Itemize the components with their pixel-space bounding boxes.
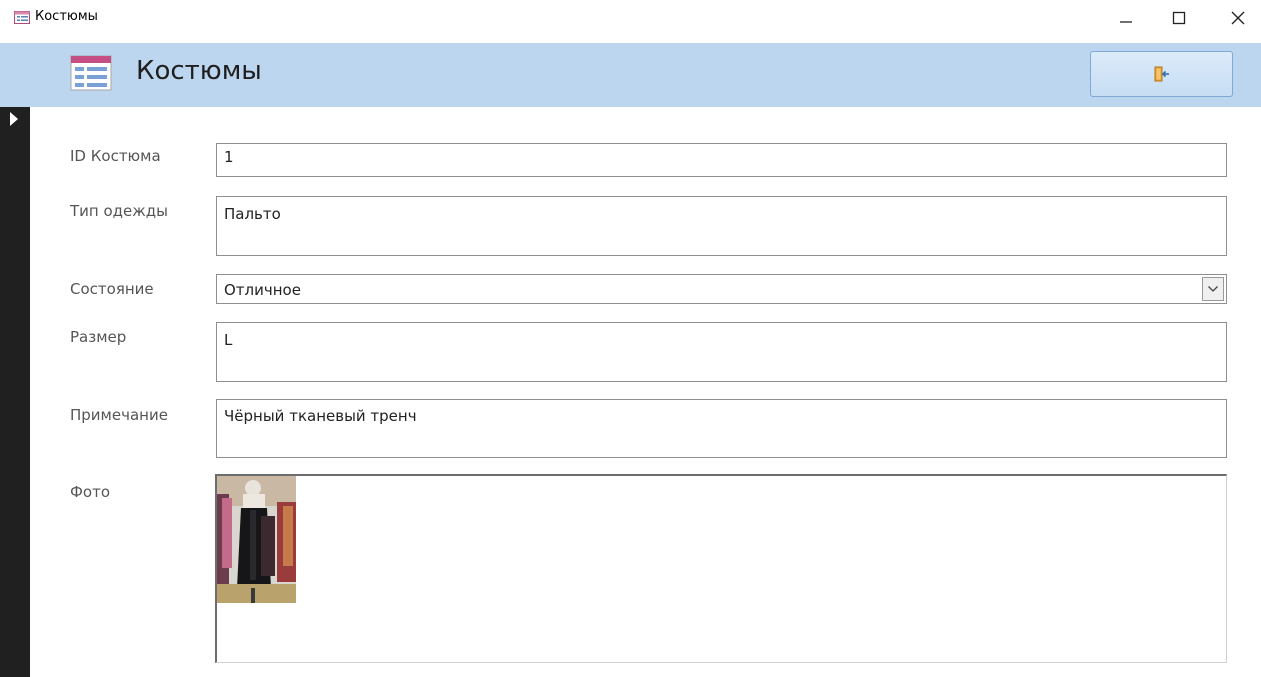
type-field[interactable]: Пальто bbox=[216, 196, 1227, 256]
note-value: Чёрный тканевый тренч bbox=[224, 407, 417, 425]
close-icon bbox=[1231, 11, 1245, 25]
record-selector[interactable] bbox=[0, 107, 30, 677]
form-icon bbox=[14, 11, 30, 24]
chevron-down-icon bbox=[1208, 286, 1218, 292]
size-value: L bbox=[224, 331, 233, 349]
current-record-arrow-icon bbox=[10, 112, 18, 126]
exit-door-icon bbox=[1154, 66, 1169, 82]
window-titlebar: Костюмы bbox=[0, 0, 1261, 37]
form-title: Костюмы bbox=[136, 56, 262, 86]
type-label: Тип одежды bbox=[70, 202, 168, 220]
close-button[interactable] bbox=[1215, 0, 1261, 36]
note-label: Примечание bbox=[70, 406, 168, 424]
form-header-icon bbox=[70, 55, 112, 91]
id-value: 1 bbox=[224, 148, 234, 166]
id-field[interactable]: 1 bbox=[216, 143, 1227, 177]
type-value: Пальто bbox=[224, 205, 281, 223]
minimize-icon bbox=[1120, 21, 1132, 23]
photo-attachment-field[interactable] bbox=[215, 474, 1227, 663]
condition-value: Отличное bbox=[224, 281, 301, 299]
note-field[interactable]: Чёрный тканевый тренч bbox=[216, 399, 1227, 458]
minimize-button[interactable] bbox=[1103, 0, 1149, 36]
condition-label: Состояние bbox=[70, 280, 154, 298]
condition-combobox[interactable]: Отличное bbox=[216, 274, 1227, 304]
exit-button[interactable] bbox=[1090, 51, 1233, 97]
photo-label: Фото bbox=[70, 483, 111, 501]
window-title: Костюмы bbox=[35, 9, 98, 24]
maximize-button[interactable] bbox=[1156, 0, 1202, 36]
condition-dropdown-button[interactable] bbox=[1202, 277, 1224, 301]
costume-photo bbox=[217, 476, 296, 603]
maximize-icon bbox=[1172, 11, 1186, 25]
size-field[interactable]: L bbox=[216, 322, 1227, 382]
id-label: ID Костюма bbox=[70, 147, 161, 165]
size-label: Размер bbox=[70, 328, 127, 346]
